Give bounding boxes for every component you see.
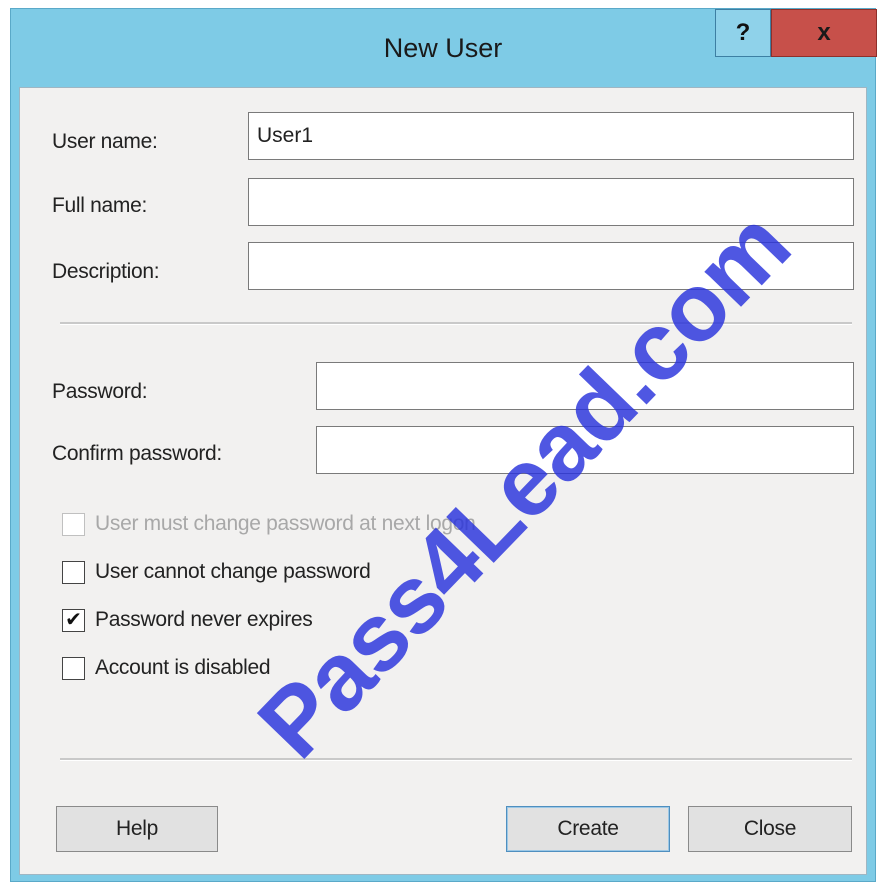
username-label: User name:	[52, 130, 158, 153]
close-window-button[interactable]: x	[771, 9, 877, 57]
username-input[interactable]	[248, 112, 854, 160]
confirm-password-input[interactable]	[316, 426, 854, 474]
fullname-label: Full name:	[52, 194, 148, 217]
cannot-change-password-label: User cannot change password	[95, 560, 371, 583]
checkbox-box	[62, 512, 85, 536]
title-bar: New User ? x	[11, 9, 877, 87]
new-user-dialog: New User ? x User name: Full name: Descr…	[10, 8, 877, 882]
separator-top	[60, 322, 852, 325]
account-disabled-checkbox[interactable]: Account is disabled	[62, 652, 271, 684]
question-mark-icon: ?	[735, 19, 751, 46]
must-change-password-checkbox: User must change password at next logon	[62, 508, 476, 540]
checkbox-box[interactable]	[62, 656, 85, 680]
must-change-password-label: User must change password at next logon	[95, 512, 476, 535]
separator-bottom	[60, 758, 852, 761]
checkmark-icon: ✔	[65, 609, 82, 631]
help-button[interactable]: Help	[56, 806, 218, 852]
close-button[interactable]: Close	[688, 806, 852, 852]
checkbox-box[interactable]: ✔	[62, 608, 85, 632]
description-input[interactable]	[248, 242, 854, 290]
fullname-input[interactable]	[248, 178, 854, 226]
password-input[interactable]	[316, 362, 854, 410]
close-icon: x	[817, 19, 831, 46]
dialog-body: User name: Full name: Description: Passw…	[19, 87, 867, 875]
password-never-expires-checkbox[interactable]: ✔ Password never expires	[62, 604, 313, 636]
password-label: Password:	[52, 380, 148, 403]
checkbox-box[interactable]	[62, 560, 85, 584]
create-button[interactable]: Create	[506, 806, 670, 852]
account-disabled-label: Account is disabled	[95, 656, 271, 679]
password-never-expires-label: Password never expires	[95, 608, 313, 631]
confirm-password-label: Confirm password:	[52, 442, 222, 465]
help-icon-button[interactable]: ?	[715, 9, 771, 57]
description-label: Description:	[52, 260, 160, 283]
cannot-change-password-checkbox[interactable]: User cannot change password	[62, 556, 371, 588]
